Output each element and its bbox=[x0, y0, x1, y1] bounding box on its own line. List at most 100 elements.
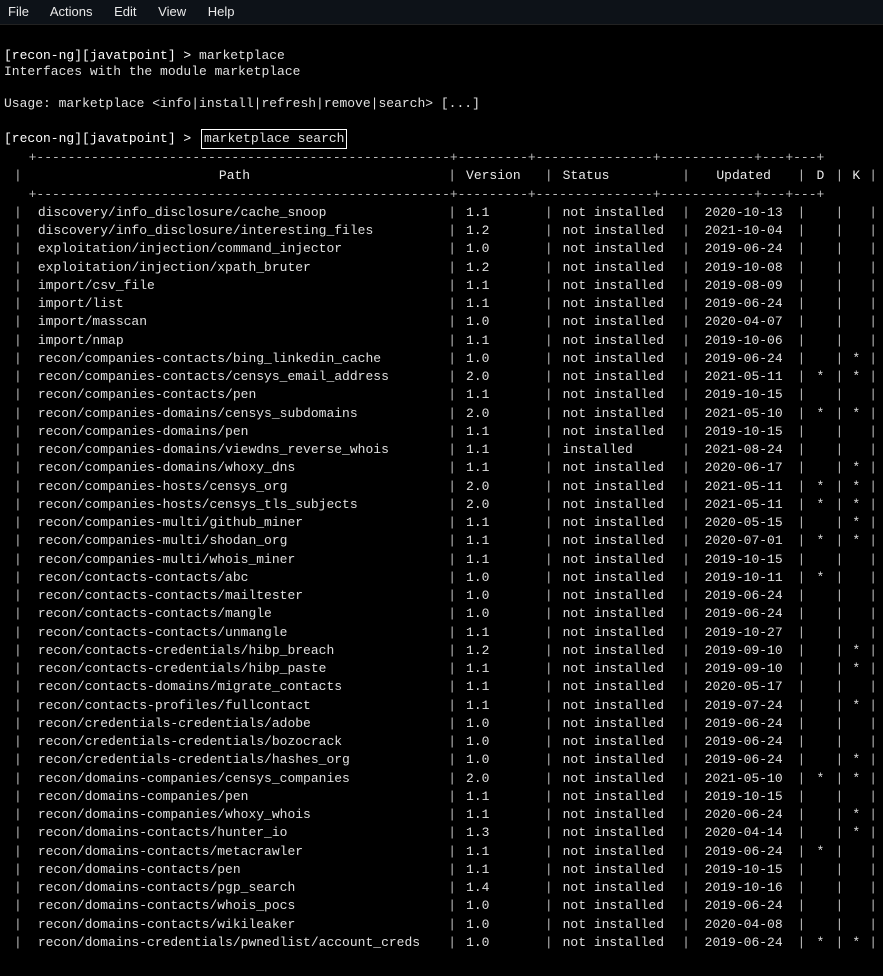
cell-version: 1.1 bbox=[458, 386, 543, 404]
cell-k bbox=[845, 551, 867, 569]
cell-status: not installed bbox=[555, 259, 680, 277]
cell-status: not installed bbox=[555, 514, 680, 532]
cell-k bbox=[845, 259, 867, 277]
th-path: Path bbox=[24, 167, 446, 185]
cell-k bbox=[845, 587, 867, 605]
cell-version: 1.0 bbox=[458, 605, 543, 623]
cell-k bbox=[845, 569, 867, 587]
table-row: |recon/domains-contacts/pen|1.1|not inst… bbox=[12, 861, 879, 879]
cell-updated: 2020-06-24 bbox=[692, 806, 796, 824]
cell-path: recon/companies-multi/shodan_org bbox=[24, 532, 446, 550]
cell-path: import/nmap bbox=[24, 332, 446, 350]
cell-status: not installed bbox=[555, 277, 680, 295]
cell-k bbox=[845, 605, 867, 623]
cell-version: 1.0 bbox=[458, 350, 543, 368]
table-row: |recon/companies-multi/github_miner|1.1|… bbox=[12, 514, 879, 532]
table-row: |recon/contacts-contacts/unmangle|1.1|no… bbox=[12, 624, 879, 642]
usage-line: Usage: marketplace <info|install|refresh… bbox=[4, 96, 480, 111]
menu-view[interactable]: View bbox=[158, 4, 186, 19]
cell-k bbox=[845, 879, 867, 897]
cell-status: not installed bbox=[555, 350, 680, 368]
cell-k bbox=[845, 222, 867, 240]
table-row: |recon/companies-multi/shodan_org|1.1|no… bbox=[12, 532, 879, 550]
cell-k: * bbox=[845, 496, 867, 514]
cell-version: 2.0 bbox=[458, 368, 543, 386]
cell-d: * bbox=[807, 368, 833, 386]
cell-status: not installed bbox=[555, 459, 680, 477]
cell-version: 1.0 bbox=[458, 587, 543, 605]
cell-version: 1.1 bbox=[458, 624, 543, 642]
cell-path: discovery/info_disclosure/interesting_fi… bbox=[24, 222, 446, 240]
cell-k: * bbox=[845, 697, 867, 715]
cell-updated: 2021-05-10 bbox=[692, 770, 796, 788]
cell-version: 1.1 bbox=[458, 532, 543, 550]
th-k: K bbox=[845, 167, 867, 185]
cell-path: recon/companies-domains/whoxy_dns bbox=[24, 459, 446, 477]
cell-status: not installed bbox=[555, 423, 680, 441]
cell-k bbox=[845, 441, 867, 459]
table-row: |recon/companies-hosts/censys_org|2.0|no… bbox=[12, 478, 879, 496]
cell-d bbox=[807, 441, 833, 459]
cell-d bbox=[807, 733, 833, 751]
table-row: |recon/contacts-credentials/hibp_paste|1… bbox=[12, 660, 879, 678]
cell-path: recon/domains-contacts/pgp_search bbox=[24, 879, 446, 897]
menu-file[interactable]: File bbox=[8, 4, 29, 19]
cell-status: not installed bbox=[555, 843, 680, 861]
cell-status: not installed bbox=[555, 496, 680, 514]
cell-status: not installed bbox=[555, 204, 680, 222]
cell-d bbox=[807, 751, 833, 769]
cell-updated: 2020-05-17 bbox=[692, 678, 796, 696]
table-row: |import/nmap|1.1|not installed|2019-10-0… bbox=[12, 332, 879, 350]
cell-status: not installed bbox=[555, 806, 680, 824]
menu-edit[interactable]: Edit bbox=[114, 4, 136, 19]
cell-d bbox=[807, 514, 833, 532]
cell-updated: 2019-06-24 bbox=[692, 897, 796, 915]
cell-status: not installed bbox=[555, 313, 680, 331]
cell-path: recon/companies-contacts/bing_linkedin_c… bbox=[24, 350, 446, 368]
cell-version: 1.1 bbox=[458, 204, 543, 222]
table-row: |recon/contacts-credentials/hibp_breach|… bbox=[12, 642, 879, 660]
terminal[interactable]: [recon-ng][javatpoint] > marketplace Int… bbox=[0, 25, 883, 976]
cell-d bbox=[807, 861, 833, 879]
cell-d: * bbox=[807, 478, 833, 496]
cell-updated: 2019-10-15 bbox=[692, 551, 796, 569]
cell-path: recon/companies-multi/github_miner bbox=[24, 514, 446, 532]
cell-d: * bbox=[807, 843, 833, 861]
cell-status: not installed bbox=[555, 240, 680, 258]
cell-updated: 2019-10-11 bbox=[692, 569, 796, 587]
cell-d bbox=[807, 240, 833, 258]
cell-path: discovery/info_disclosure/cache_snoop bbox=[24, 204, 446, 222]
menu-help[interactable]: Help bbox=[208, 4, 235, 19]
cell-d: * bbox=[807, 532, 833, 550]
cell-d bbox=[807, 295, 833, 313]
table-row: |recon/contacts-contacts/abc|1.0|not ins… bbox=[12, 569, 879, 587]
cell-updated: 2021-05-11 bbox=[692, 496, 796, 514]
cell-path: recon/companies-multi/whois_miner bbox=[24, 551, 446, 569]
table-row: |recon/companies-contacts/pen|1.1|not in… bbox=[12, 386, 879, 404]
cell-k: * bbox=[845, 642, 867, 660]
cell-status: not installed bbox=[555, 551, 680, 569]
table-border-top: +---------------------------------------… bbox=[12, 149, 845, 167]
table-row: |recon/companies-contacts/censys_email_a… bbox=[12, 368, 879, 386]
cell-updated: 2021-05-11 bbox=[692, 478, 796, 496]
menu-actions[interactable]: Actions bbox=[50, 4, 93, 19]
cell-k: * bbox=[845, 532, 867, 550]
cell-version: 1.1 bbox=[458, 295, 543, 313]
table-row: |recon/contacts-contacts/mangle|1.0|not … bbox=[12, 605, 879, 623]
cell-path: recon/contacts-contacts/abc bbox=[24, 569, 446, 587]
cell-status: not installed bbox=[555, 532, 680, 550]
cell-updated: 2019-06-24 bbox=[692, 934, 796, 952]
module-table: +---------------------------------------… bbox=[4, 149, 879, 952]
cell-version: 1.2 bbox=[458, 642, 543, 660]
cell-path: recon/domains-companies/whoxy_whois bbox=[24, 806, 446, 824]
cell-d bbox=[807, 587, 833, 605]
cell-k: * bbox=[845, 350, 867, 368]
cell-k bbox=[845, 313, 867, 331]
cell-k bbox=[845, 678, 867, 696]
table-row: |recon/companies-domains/censys_subdomai… bbox=[12, 405, 879, 423]
cell-path: recon/domains-companies/pen bbox=[24, 788, 446, 806]
cell-path: recon/credentials-credentials/adobe bbox=[24, 715, 446, 733]
cell-status: not installed bbox=[555, 861, 680, 879]
cell-version: 1.0 bbox=[458, 934, 543, 952]
cell-version: 1.1 bbox=[458, 660, 543, 678]
